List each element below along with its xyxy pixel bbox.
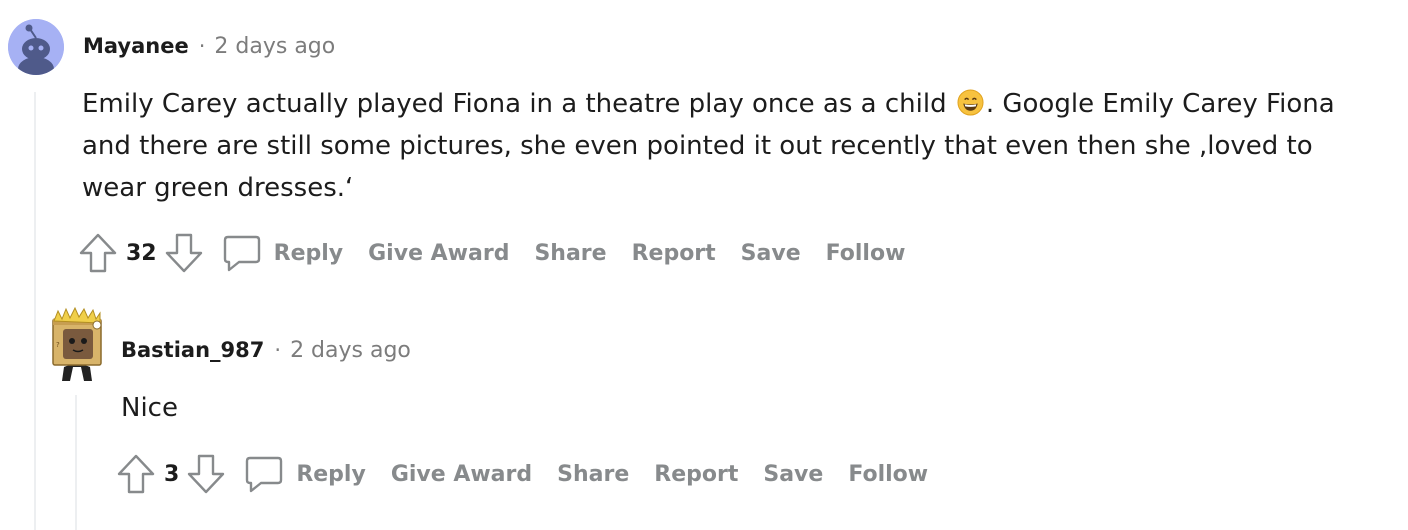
give-award-button[interactable]: Give Award — [368, 241, 509, 266]
avatar[interactable]: ? — [48, 306, 106, 381]
reply-button[interactable]: Reply — [223, 233, 344, 273]
comment-icon — [223, 233, 261, 273]
avatar[interactable] — [8, 19, 64, 75]
comment-icon — [245, 454, 283, 494]
reply-label: Reply — [296, 461, 366, 487]
comment-text: Emily Carey actually played Fiona in a t… — [82, 89, 955, 119]
follow-button[interactable]: Follow — [848, 462, 928, 487]
thread-line-1[interactable] — [34, 92, 36, 530]
grinning-face-emoji-icon — [957, 89, 984, 116]
comment-meta: Mayanee · 2 days ago — [83, 34, 335, 59]
give-award-button[interactable]: Give Award — [391, 462, 532, 487]
follow-button[interactable]: Follow — [826, 241, 906, 266]
share-button[interactable]: Share — [557, 462, 629, 487]
save-button[interactable]: Save — [763, 462, 823, 487]
share-button[interactable]: Share — [534, 241, 606, 266]
comment-body: Emily Carey actually played Fiona in a t… — [82, 83, 1342, 209]
comment-body: Nice — [121, 393, 178, 423]
vote-score: 32 — [126, 240, 157, 266]
reply-label: Reply — [273, 240, 344, 266]
separator-dot: · — [274, 338, 282, 362]
comment-actions: 32 Reply Give Award Share Report Save Fo… — [79, 233, 905, 273]
comment-actions: 3 Reply Give Award Share Report Save Fol… — [117, 454, 928, 494]
username[interactable]: Bastian_987 — [121, 338, 264, 362]
timestamp[interactable]: 2 days ago — [214, 34, 335, 59]
save-button[interactable]: Save — [741, 241, 801, 266]
reply-button[interactable]: Reply — [245, 454, 366, 494]
svg-text:?: ? — [56, 341, 60, 349]
downvote-icon[interactable] — [187, 454, 225, 494]
report-button[interactable]: Report — [632, 241, 716, 266]
comment-meta: Bastian_987 · 2 days ago — [121, 338, 411, 363]
downvote-icon[interactable] — [165, 233, 203, 273]
snoo-avatar-icon — [8, 19, 64, 75]
upvote-icon[interactable] — [117, 454, 155, 494]
timestamp[interactable]: 2 days ago — [290, 338, 411, 363]
vote-score: 3 — [164, 461, 180, 487]
upvote-icon[interactable] — [79, 233, 117, 273]
thread-line-2[interactable] — [75, 395, 77, 530]
report-button[interactable]: Report — [654, 462, 738, 487]
box-head-avatar-icon: ? — [52, 306, 102, 381]
separator-dot: · — [198, 34, 206, 58]
username[interactable]: Mayanee — [83, 34, 189, 58]
